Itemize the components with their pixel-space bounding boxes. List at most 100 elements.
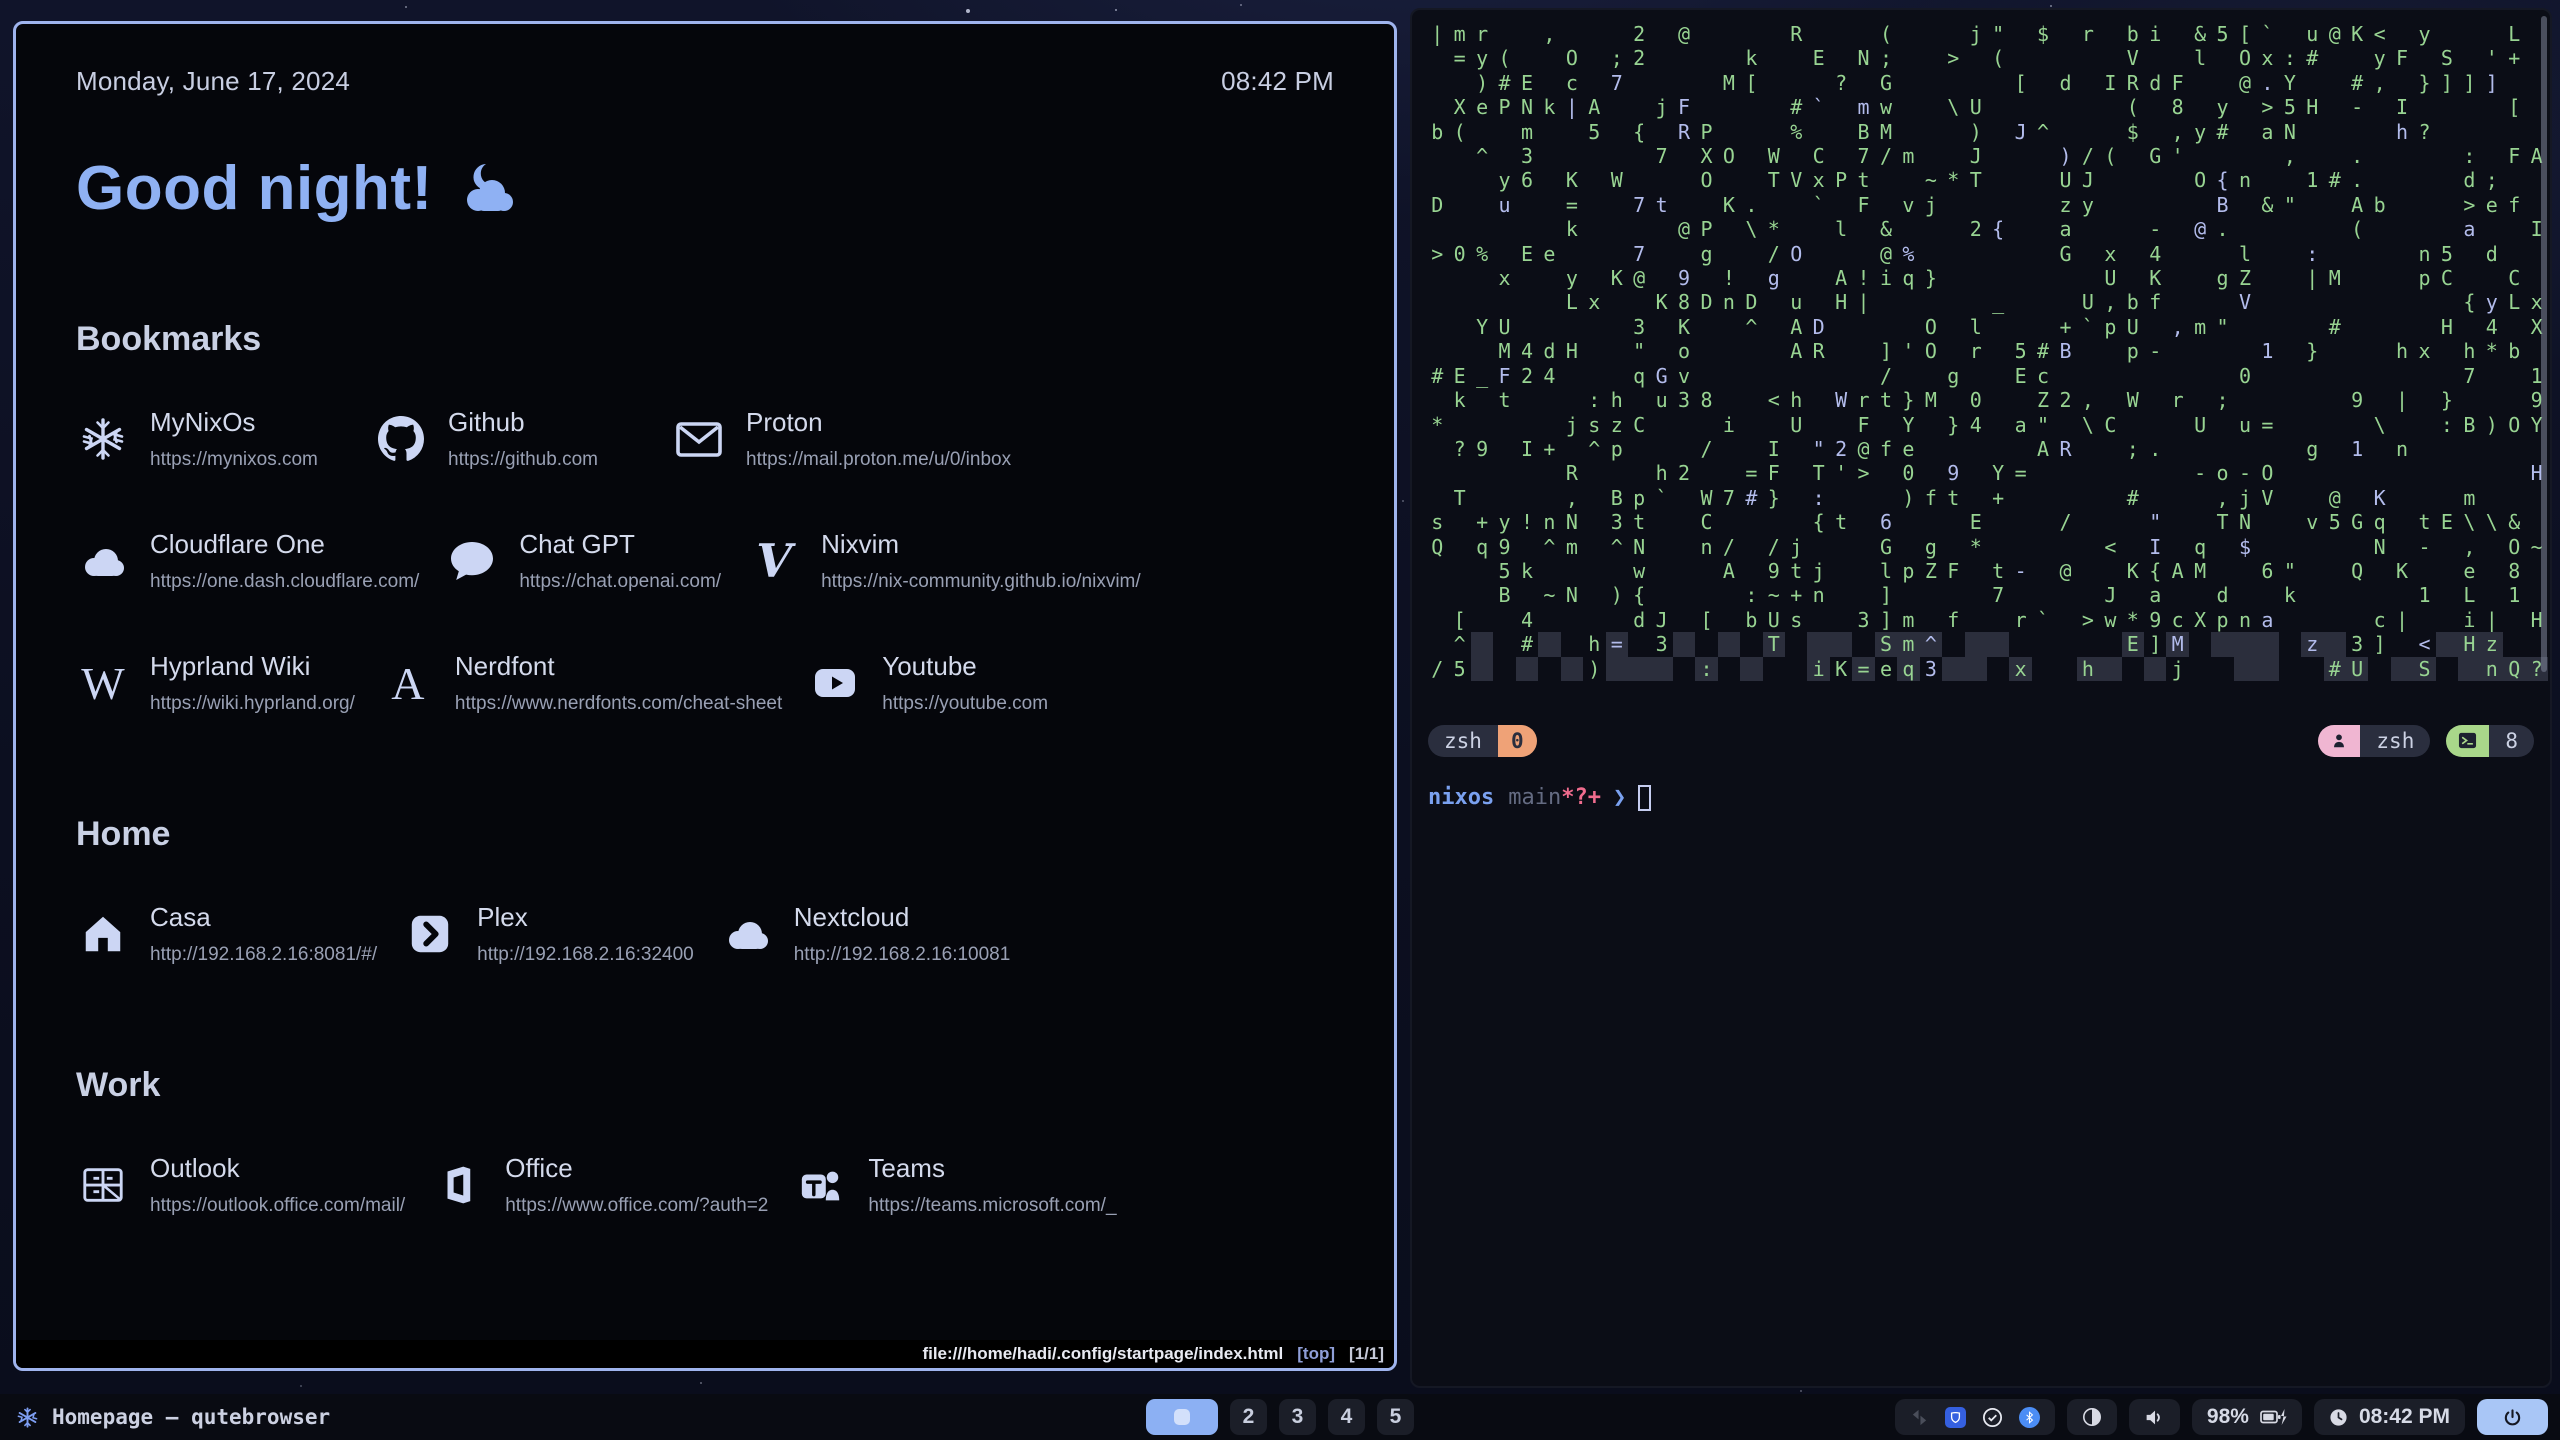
section-home: Home Casa http://192.168.2.16:8081/#/ <box>76 815 1334 966</box>
statusbar-scroll-position: [top] <box>1297 1344 1335 1364</box>
power-icon <box>2503 1408 2522 1427</box>
outlook-icon <box>76 1158 130 1212</box>
volume-module[interactable] <box>2129 1399 2180 1435</box>
youtube-play-icon <box>808 656 862 710</box>
workspace-3[interactable]: 3 <box>1279 1399 1316 1435</box>
prompt-git-status: *?+ <box>1561 785 1601 810</box>
github-octocat-icon <box>374 412 428 466</box>
vim-icon: V <box>747 534 801 588</box>
bookmark-nerdfont[interactable]: A Nerdfonthttps://www.nerdfonts.com/chea… <box>381 651 782 715</box>
bookmark-label[interactable]: Casa <box>150 902 377 933</box>
cloud-icon <box>720 907 774 961</box>
bookmark-proton[interactable]: Protonhttps://mail.proton.me/u/0/inbox <box>672 407 1011 471</box>
terminal-window: |mr,2@R(j"$rbi&5[`u@K<yL=y(O;2kEN;>(VlOx… <box>1410 8 2552 1388</box>
bookmark-mynixos[interactable]: MyNixOshttps://mynixos.com <box>76 407 348 471</box>
bookmark-label[interactable]: Office <box>505 1153 768 1184</box>
greeting: Good night! <box>76 153 1334 224</box>
startpage-header: Monday, June 17, 2024 08:42 PM <box>76 66 1334 97</box>
bookmark-label[interactable]: Teams <box>868 1153 1116 1184</box>
bookmark-label[interactable]: Chat GPT <box>519 529 721 560</box>
wiki-icon: W <box>76 656 130 710</box>
shell-prompt[interactable]: nixos main *?+ ❯ <box>1428 785 2550 811</box>
bitwarden-icon[interactable] <box>1945 1407 1966 1428</box>
bookmark-url: https://www.nerdfonts.com/cheat-sheet <box>455 693 782 715</box>
workspace-2[interactable]: 2 <box>1230 1399 1267 1435</box>
bookmark-label[interactable]: Github <box>448 407 598 438</box>
bookmark-label[interactable]: Nerdfont <box>455 651 782 682</box>
section-bookmarks: Bookmarks MyNixOshttps://mynixos.com <box>76 320 1334 715</box>
bookmark-github[interactable]: Githubhttps://github.com <box>374 407 646 471</box>
clock-text: 08:42 PM <box>2359 1405 2450 1429</box>
workspace-4[interactable]: 4 <box>1328 1399 1365 1435</box>
workspace-5[interactable]: 5 <box>1377 1399 1414 1435</box>
bookmark-cloudflare-one[interactable]: Cloudflare One https://one.dash.cloudflar… <box>76 529 419 593</box>
person-icon <box>2318 725 2360 757</box>
active-workspace-dot <box>1174 1409 1190 1425</box>
section-title: Bookmarks <box>76 320 1334 359</box>
tmux-pane-widget: 8 <box>2446 725 2534 757</box>
section-title: Home <box>76 815 1334 854</box>
system-tray <box>1895 1399 2055 1435</box>
bookmark-label[interactable]: Plex <box>477 902 694 933</box>
bookmark-nixvim[interactable]: V Nixvim https://nix-community.github.io/… <box>747 529 1141 593</box>
power-button[interactable] <box>2477 1399 2548 1435</box>
office-icon-item[interactable]: Officehttps://www.office.com/?auth=2 <box>431 1153 768 1217</box>
half-moon-icon <box>2082 1407 2102 1427</box>
bookmark-label[interactable]: Cloudflare One <box>150 529 419 560</box>
bookmark-casa[interactable]: Casa http://192.168.2.16:8081/#/ <box>76 902 377 966</box>
tmux-session-name[interactable]: zsh <box>1428 725 1498 757</box>
office-icon <box>431 1158 485 1212</box>
battery-charging-icon <box>2260 1407 2287 1427</box>
bookmark-label[interactable]: Youtube <box>882 651 1048 682</box>
kdeconnect-icon[interactable] <box>1910 1408 1929 1427</box>
bookmark-outlook[interactable]: Outlook https://outlook.office.com/mail/ <box>76 1153 405 1217</box>
section-work: Work Outlookhttps://outlook.office.com/m… <box>76 1066 1334 1217</box>
prompt-symbol: ❯ <box>1613 785 1626 810</box>
prompt-git-branch: main <box>1508 785 1561 810</box>
chat-bubble-icon <box>445 534 499 588</box>
cmatrix-output: |mr,2@R(j"$rbi&5[`u@K<yL=y(O;2kEN;>(VlOx… <box>1426 22 2548 681</box>
greeting-text: Good night! <box>76 153 433 224</box>
bookmark-label[interactable]: Proton <box>746 407 1011 438</box>
bluetooth-icon[interactable] <box>2019 1407 2040 1428</box>
bookmark-label[interactable]: Outlook <box>150 1153 405 1184</box>
bookmark-url: https://chat.openai.com/ <box>519 571 721 593</box>
qutebrowser-window: Monday, June 17, 2024 08:42 PM Good nigh… <box>13 21 1397 1371</box>
nightlight-module[interactable] <box>2067 1399 2117 1435</box>
bookmark-hyprland-wiki[interactable]: W Hyprland Wikihttps://wiki.hyprland.org… <box>76 651 355 715</box>
statusbar-url: file:///home/hadi/.config/startpage/inde… <box>922 1344 1283 1364</box>
battery-percentage: 98% <box>2207 1405 2249 1429</box>
speaker-icon <box>2144 1407 2165 1428</box>
tmux-user-widget: zsh <box>2318 725 2430 757</box>
bookmark-url: http://192.168.2.16:32400 <box>477 944 694 966</box>
bookmark-youtube[interactable]: Youtubehttps://youtube.com <box>808 651 1080 715</box>
bookmark-label[interactable]: MyNixOs <box>150 407 318 438</box>
nix-snowflake-icon <box>76 412 130 466</box>
bookmark-url: https://teams.microsoft.com/_ <box>868 1195 1116 1217</box>
bookmark-label[interactable]: Nixvim <box>821 529 1141 560</box>
bookmark-chatgpt[interactable]: Chat GPT https://chat.openai.com/ <box>445 529 721 593</box>
statusbar-tab-index: [1/1] <box>1349 1344 1384 1364</box>
bookmark-url: https://outlook.office.com/mail/ <box>150 1195 405 1217</box>
check-circle-icon[interactable] <box>1982 1407 2003 1428</box>
workspace-1-active[interactable] <box>1146 1399 1218 1435</box>
bookmark-nextcloud[interactable]: Nextcloudhttp://192.168.2.16:10081 <box>720 902 1011 966</box>
bookmark-teams[interactable]: Teams https://teams.microsoft.com/_ <box>794 1153 1116 1217</box>
bookmark-url: http://192.168.2.16:8081/#/ <box>150 944 377 966</box>
clock-module[interactable]: 08:42 PM <box>2314 1399 2465 1435</box>
bookmark-url: https://nix-community.github.io/nixvim/ <box>821 571 1141 593</box>
prompt-host: nixos <box>1428 785 1494 810</box>
bookmark-label[interactable]: Hyprland Wiki <box>150 651 355 682</box>
bookmark-label[interactable]: Nextcloud <box>794 902 1011 933</box>
bookmark-plex[interactable]: Plex http://192.168.2.16:32400 <box>403 902 694 966</box>
tmux-tab-left[interactable]: zsh 0 <box>1428 725 1537 757</box>
battery-module[interactable]: 98% <box>2192 1399 2302 1435</box>
terminal-scrollbar[interactable] <box>2541 16 2547 672</box>
teams-icon <box>794 1158 848 1212</box>
qutebrowser-statusbar: file:///home/hadi/.config/startpage/inde… <box>16 1340 1394 1368</box>
cloud-icon <box>76 534 130 588</box>
bookmark-url: https://one.dash.cloudflare.com/ <box>150 571 419 593</box>
moon-cloud-icon <box>453 163 517 215</box>
terminal-cursor <box>1638 785 1651 811</box>
clock-icon <box>2329 1408 2348 1427</box>
